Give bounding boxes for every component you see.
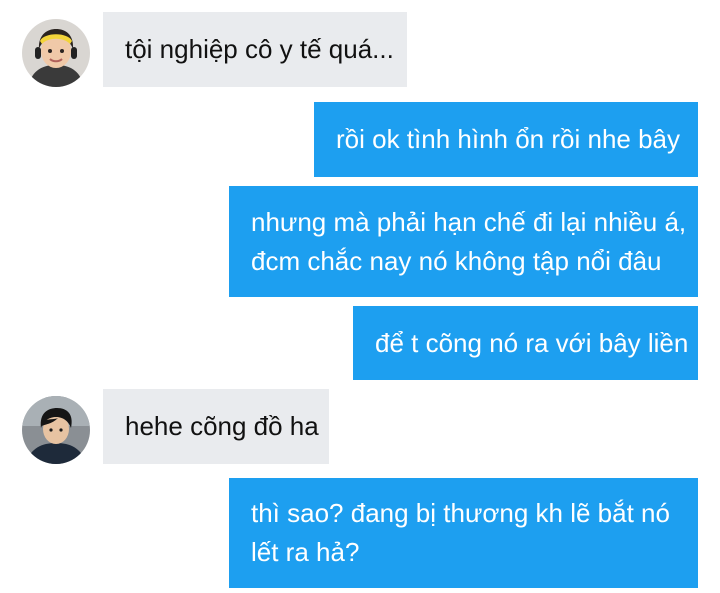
message-text: tội nghiệp cô y tế quá...	[125, 34, 394, 64]
message-text-line: nhưng mà phải hạn chế đi lại nhiều á,	[251, 206, 687, 237]
avatar-boy-dark-hair-icon	[22, 396, 90, 464]
message-text-line: đcm chắc nay nó không tập nổi đâu	[251, 245, 662, 276]
message-text-line: thì sao? đang bị thương kh lẽ bắt nó	[251, 498, 670, 528]
message-bubble-incoming[interactable]: tội nghiệp cô y tế quá...	[103, 12, 407, 87]
message-text: hehe cõng đồ ha	[125, 411, 319, 441]
sender-avatar[interactable]	[22, 396, 90, 464]
sender-avatar[interactable]	[22, 19, 90, 87]
chat-thread: tội nghiệp cô y tế quá... rồi ok tình hì…	[0, 0, 720, 593]
message-bubble-incoming[interactable]: hehe cõng đồ ha	[103, 389, 329, 464]
message-bubble-outgoing[interactable]: nhưng mà phải hạn chế đi lại nhiều á, đc…	[229, 186, 698, 297]
message-bubble-outgoing[interactable]: thì sao? đang bị thương kh lẽ bắt nó lết…	[229, 478, 698, 588]
avatar-girl-yellow-headband-icon	[22, 19, 90, 87]
message-text-line: lết ra hả?	[251, 537, 360, 567]
message-text: rồi ok tình hình ổn rồi nhe bây	[336, 124, 681, 154]
message-text: để t cõng nó ra với bây liền	[375, 327, 689, 358]
message-bubble-outgoing[interactable]: rồi ok tình hình ổn rồi nhe bây	[314, 102, 698, 177]
message-bubble-outgoing[interactable]: để t cõng nó ra với bây liền	[353, 306, 698, 380]
